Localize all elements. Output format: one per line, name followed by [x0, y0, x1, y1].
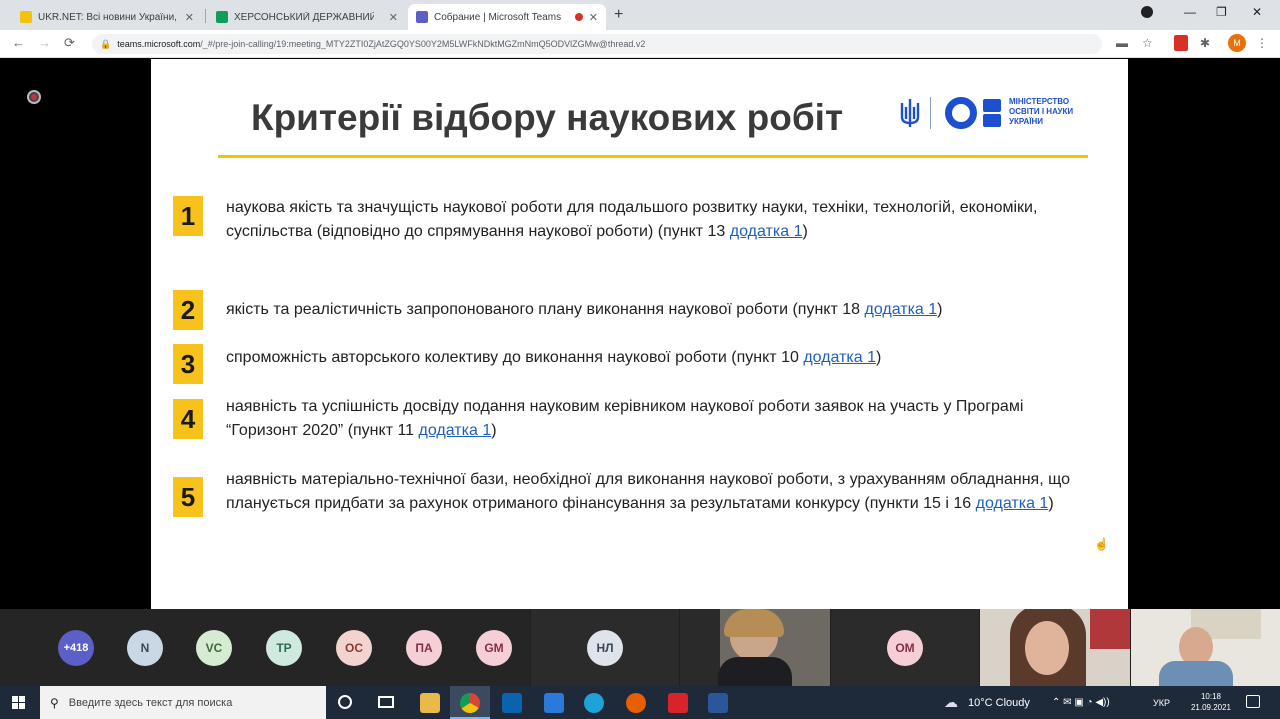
recording-icon	[27, 90, 41, 104]
camera-blocked-icon[interactable]: ▬	[1116, 36, 1128, 50]
url-path: /_#/pre-join-calling/19:meeting_MTY2ZTI0…	[200, 39, 646, 49]
weather-text[interactable]: 10°C Cloudy	[968, 686, 1030, 719]
chrome-profile-menu-icon[interactable]	[1141, 6, 1153, 18]
firefox-icon[interactable]	[626, 693, 646, 713]
address-bar[interactable]: 🔒 teams.microsoft.com/_#/pre-join-callin…	[92, 34, 1102, 54]
windows-taskbar: ⚲ Введите здесь текст для поиска ☁ 10°C …	[0, 686, 1280, 719]
criterion-text: спроможність авторського колективу до ви…	[226, 349, 882, 366]
participant-video-tile[interactable]	[1131, 609, 1280, 686]
participant-avatar[interactable]: VC	[196, 630, 232, 666]
criterion-number: 2	[173, 290, 203, 330]
mouse-pointer-icon: ☝	[1094, 537, 1109, 551]
bookmark-star-icon[interactable]: ☆	[1142, 36, 1153, 50]
participant-avatar[interactable]: ПА	[406, 630, 442, 666]
chrome-menu-icon[interactable]: ⋮	[1256, 36, 1268, 50]
url-host: teams.microsoft.com	[117, 39, 201, 49]
browser-tab-strip: UKR.NET: Всі новини України, о ✕ ХЕРСОНС…	[0, 0, 1280, 30]
clock[interactable]: 10:18 21.09.2021	[1186, 691, 1236, 713]
minimize-icon[interactable]: —	[1184, 5, 1196, 19]
back-arrow-icon[interactable]: ←	[12, 35, 25, 50]
tab-teams-meeting[interactable]: Собрание | Microsoft Teams ✕	[408, 4, 606, 30]
tab-divider	[205, 9, 206, 23]
clock-date: 21.09.2021	[1190, 703, 1232, 712]
clock-time: 10:18	[1200, 692, 1222, 701]
appendix-link[interactable]: додатка 1	[419, 422, 492, 439]
extensions-puzzle-icon[interactable]: ✱	[1200, 36, 1210, 50]
input-language[interactable]: УКР	[1153, 686, 1170, 719]
more-participants-button[interactable]: +418	[58, 630, 94, 666]
participant-avatar[interactable]: OM	[887, 630, 923, 666]
pdf-extension-icon[interactable]	[1174, 35, 1188, 51]
maximize-icon[interactable]: ❐	[1216, 5, 1227, 19]
criterion-text: якість та реалістичність запропонованого…	[226, 301, 943, 318]
tab-ukrnet[interactable]: UKR.NET: Всі новини України, о ✕	[12, 4, 202, 30]
participant-video-tile[interactable]	[980, 609, 1130, 686]
task-view-icon[interactable]	[378, 696, 394, 708]
participant-video-tile[interactable]	[680, 609, 830, 686]
reload-icon[interactable]: ⟳	[64, 35, 75, 51]
participant-avatar[interactable]: TP	[266, 630, 302, 666]
criterion-text: наявність та успішність досвіду подання …	[226, 398, 1024, 439]
browser-toolbar: ← → ⟳ 🔒 teams.microsoft.com/_#/pre-join-…	[0, 30, 1280, 58]
appendix-link[interactable]: додатка 1	[864, 301, 937, 318]
ukraine-trident-icon	[900, 99, 920, 127]
ministry-logo-circle-icon	[945, 97, 977, 129]
cortana-icon[interactable]	[338, 695, 352, 709]
participants-strip: +418 N VC TP OC ПА GM НЛ OM	[0, 609, 1280, 686]
forward-arrow-icon[interactable]: →	[38, 35, 51, 50]
search-icon: ⚲	[50, 695, 59, 710]
appendix-link[interactable]: додатка 1	[803, 349, 876, 366]
tab-title: Собрание | Microsoft Teams	[434, 11, 562, 23]
appendix-link[interactable]: додатка 1	[976, 495, 1049, 512]
criterion-number: 4	[173, 399, 203, 439]
tab-title: UKR.NET: Всі новини України, о	[38, 11, 178, 23]
chrome-icon[interactable]	[460, 693, 480, 713]
taskbar-search-input[interactable]: ⚲ Введите здесь текст для поиска	[40, 686, 326, 719]
mail-icon[interactable]	[502, 693, 522, 713]
close-tab-icon[interactable]: ✕	[179, 11, 194, 24]
criterion-text: наявність матеріально-технічної бази, не…	[226, 471, 1070, 512]
criterion-number: 1	[173, 196, 203, 236]
tab-title: ХЕРСОНСЬКИЙ ДЕРЖАВНИЙ А	[234, 11, 374, 23]
file-explorer-icon[interactable]	[420, 693, 440, 713]
criterion-text: наукова якість та значущість наукової ро…	[226, 199, 1038, 240]
profile-avatar[interactable]: М	[1228, 34, 1246, 52]
word-icon[interactable]	[708, 693, 728, 713]
ministry-logo-bars-icon	[983, 97, 1001, 129]
system-tray-icons[interactable]: ⌃ ✉ ▣ ◔ ◀))	[1052, 686, 1110, 719]
title-underline	[218, 155, 1088, 158]
recording-indicator-icon	[574, 13, 583, 21]
criterion-number: 3	[173, 344, 203, 384]
windows-start-icon[interactable]	[12, 696, 26, 710]
tab-kherson-university[interactable]: ХЕРСОНСЬКИЙ ДЕРЖАВНИЙ А ✕	[208, 4, 406, 30]
shared-slide: Критерії відбору наукових робіт МІНІСТЕР…	[151, 59, 1128, 609]
appendix-link[interactable]: додатка 1	[730, 223, 803, 240]
close-window-icon[interactable]: ✕	[1252, 5, 1262, 19]
store-icon[interactable]	[544, 693, 564, 713]
acrobat-icon[interactable]	[668, 693, 688, 713]
slide-title: Критерії відбору наукових робіт	[251, 97, 844, 138]
ministry-logo-text: МІНІСТЕРСТВО ОСВІТИ І НАУКИ УКРАЇНИ	[1009, 97, 1074, 126]
notifications-icon[interactable]	[1246, 695, 1260, 708]
logo-divider	[930, 97, 931, 129]
participant-avatar[interactable]: GM	[476, 630, 512, 666]
lock-icon: 🔒	[100, 38, 112, 49]
new-tab-button[interactable]: +	[614, 6, 623, 24]
kherson-favicon-icon	[216, 11, 228, 23]
participant-avatar[interactable]: N	[127, 630, 163, 666]
search-placeholder: Введите здесь текст для поиска	[68, 696, 233, 709]
edge-icon[interactable]	[584, 693, 604, 713]
criterion-number: 5	[173, 477, 203, 517]
close-tab-icon[interactable]: ✕	[383, 11, 398, 24]
weather-cloud-icon: ☁	[944, 694, 958, 710]
participant-avatar[interactable]: OC	[336, 630, 372, 666]
close-tab-icon[interactable]: ✕	[583, 11, 598, 24]
teams-favicon-icon	[416, 11, 428, 23]
meeting-stage: Критерії відбору наукових робіт МІНІСТЕР…	[0, 59, 1280, 609]
participant-avatar[interactable]: НЛ	[587, 630, 623, 666]
ukrnet-favicon-icon	[20, 11, 32, 23]
